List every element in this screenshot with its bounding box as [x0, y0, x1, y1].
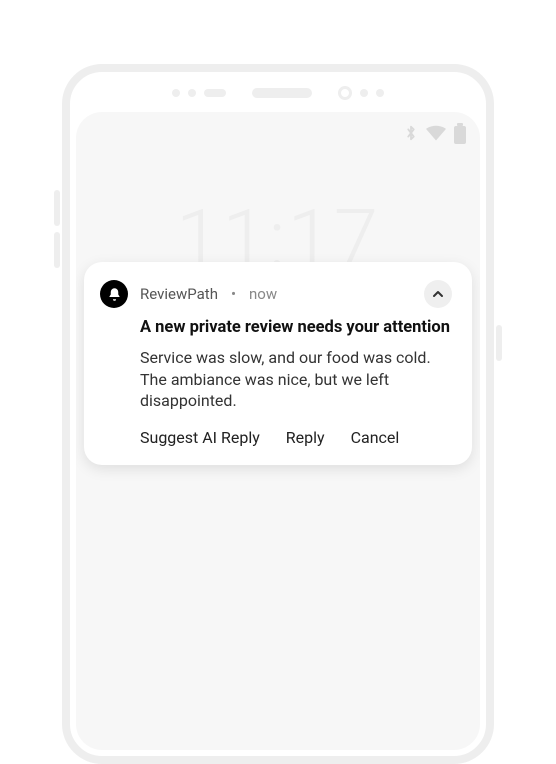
phone-power-button	[496, 325, 502, 361]
bell-icon	[100, 280, 128, 308]
chevron-up-icon	[432, 285, 444, 304]
sensor-dot-icon	[188, 89, 196, 97]
collapse-button[interactable]	[424, 280, 452, 308]
notification-card[interactable]: ReviewPath • now A new private review ne…	[84, 262, 472, 465]
notification-title: A new private review needs your attentio…	[140, 318, 452, 337]
sensor-dot-icon	[376, 89, 384, 97]
wifi-icon	[426, 125, 446, 145]
phone-hardware-row	[70, 86, 486, 100]
notification-actions: Suggest AI Reply Reply Cancel	[140, 428, 452, 447]
phone-frame: 11:17 ReviewPath • now	[62, 64, 494, 764]
notification-header: ReviewPath • now	[100, 280, 452, 308]
notification-text: Service was slow, and our food was cold.…	[140, 347, 452, 412]
battery-icon	[454, 126, 466, 144]
notification-timestamp: now	[249, 285, 277, 303]
phone-volume-up-button	[54, 190, 60, 226]
reply-button[interactable]: Reply	[286, 428, 325, 447]
sensor-pill-icon	[204, 89, 226, 97]
cancel-button[interactable]: Cancel	[351, 428, 400, 447]
phone-volume-down-button	[54, 232, 60, 268]
sensor-dot-icon	[172, 89, 180, 97]
phone-screen: 11:17 ReviewPath • now	[76, 112, 480, 750]
sensor-dot-icon	[360, 89, 368, 97]
status-bar	[404, 124, 466, 146]
suggest-ai-reply-button[interactable]: Suggest AI Reply	[140, 428, 260, 447]
separator-dot: •	[231, 285, 236, 303]
notification-app-name: ReviewPath	[140, 285, 218, 303]
bluetooth-icon	[404, 124, 418, 146]
notification-body: A new private review needs your attentio…	[100, 318, 452, 447]
speaker-grille-icon	[252, 88, 312, 98]
camera-ring-icon	[338, 86, 352, 100]
